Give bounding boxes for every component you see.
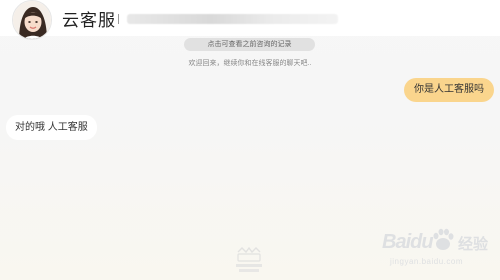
user-message-bubble: 你是人工客服吗 — [404, 78, 494, 102]
baidu-logo-text: Baidu — [382, 231, 434, 253]
baidu-watermark: Baidu 经验 jingyan.baidu.com — [380, 225, 496, 277]
baidu-paw-icon — [433, 228, 454, 250]
header-separator — [118, 14, 119, 24]
baidu-jingyan-text: 经验 — [458, 236, 489, 253]
agent-avatar-icon — [12, 0, 52, 40]
header-title: 云客服 — [62, 11, 116, 30]
header-subtitle-redacted — [118, 12, 338, 26]
chat-header: 云客服 — [0, 0, 500, 40]
agent-message-bubble: 对的哦 人工客服 — [6, 115, 97, 140]
baidu-url-text: jingyan.baidu.com — [390, 257, 463, 266]
redacted-blur — [127, 14, 338, 24]
welcome-message: 欢迎回来，继续你和在线客服的聊天吧.. — [188, 60, 312, 67]
chat-page: 云客服 点击可查看之前咨询的记录 欢迎回来，继续你和在线客服的聊天吧.. 你是人… — [0, 0, 500, 280]
center-watermark-logo — [232, 246, 266, 274]
history-link-button[interactable]: 点击可查看之前咨询的记录 — [184, 38, 315, 51]
